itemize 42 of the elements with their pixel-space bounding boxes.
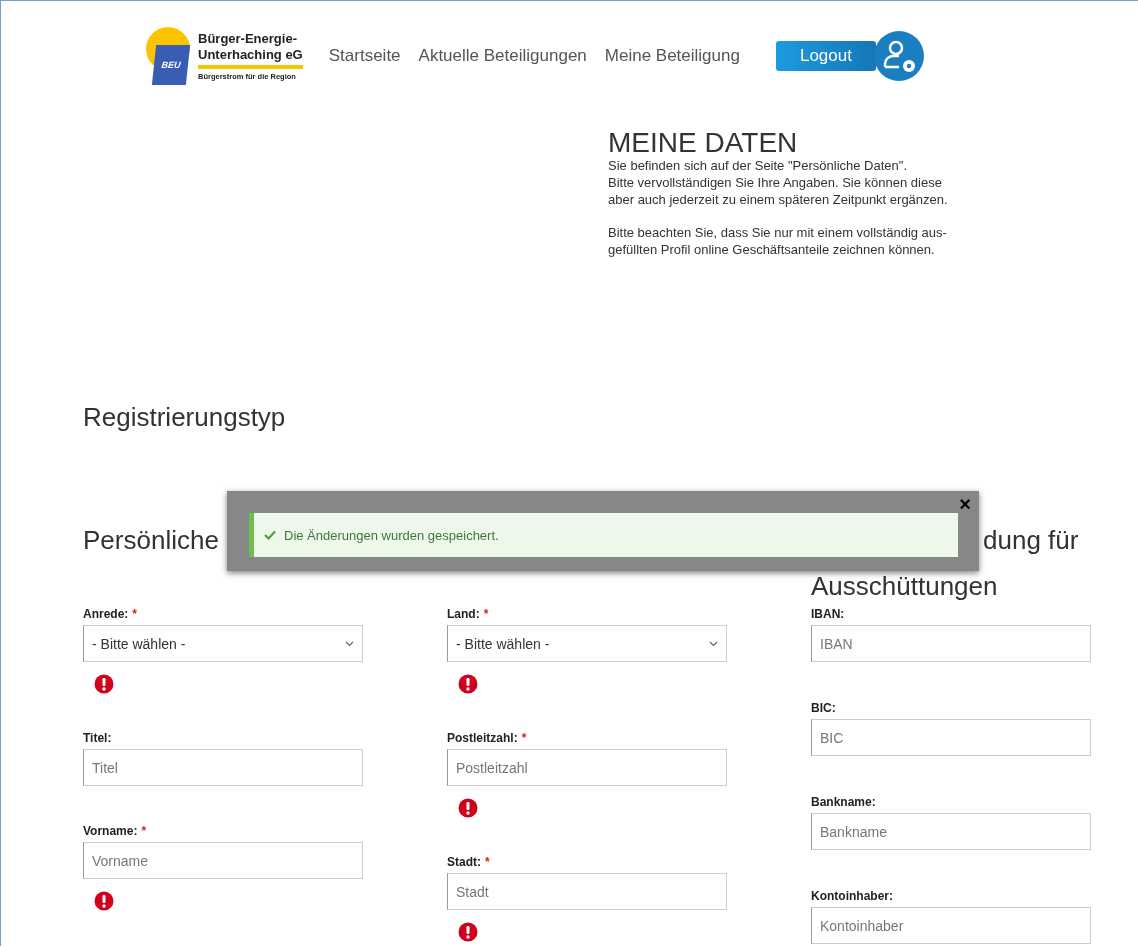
logout-button[interactable]: Logout — [775, 41, 876, 71]
message-text: Die Änderungen wurden gespeichert. — [284, 527, 499, 543]
field-label: Postleitzahl: — [447, 731, 518, 747]
checkmark-icon — [264, 530, 276, 540]
nav-link[interactable]: Meine Beteiligung — [604, 46, 740, 66]
input-field[interactable]: Kontoinhaber — [811, 907, 1091, 944]
field-label: BIC: — [811, 701, 836, 717]
caret-icon — [709, 640, 718, 647]
field-label: Land: — [447, 607, 480, 623]
required-mark: * — [521, 731, 527, 747]
field-label: Kontoinhaber: — [811, 889, 893, 905]
field-label: Titel: — [83, 731, 112, 747]
input-field[interactable]: Postleitzahl — [447, 749, 727, 786]
dropdown[interactable]: - Bitte wählen - — [83, 625, 363, 662]
input-field[interactable]: Stadt — [447, 873, 727, 910]
input-field[interactable]: IBAN — [811, 625, 1091, 662]
section-heading: dung für — [983, 524, 1079, 557]
required-mark: * — [141, 824, 147, 840]
required-mark: * — [483, 607, 489, 623]
caret-icon — [345, 640, 354, 647]
dropdown[interactable]: - Bitte wählen - — [447, 625, 727, 662]
required-mark: * — [485, 855, 490, 871]
user-settings-icon[interactable] — [873, 31, 924, 81]
nav-link[interactable]: Aktuelle Beteiligungen — [418, 46, 587, 66]
field-label: Stadt: — [447, 855, 481, 871]
field-label: Vorname: — [83, 824, 138, 840]
field-label: IBAN: — [811, 607, 845, 623]
input-field[interactable]: Titel — [83, 749, 363, 786]
intro-text: Sie befinden sich auf der Seite "Persönliche Daten". Bitte vervollständigen Sie Ihre Angaben. Sie können diese aber auch jederzeit zu einem späteren Zeitpunkt ergänzen. — [608, 157, 949, 208]
input-field[interactable]: BIC — [811, 719, 1091, 756]
required-mark: * — [132, 607, 137, 623]
intro-text: Bitte beachten Sie, dass Sie nur mit einem vollständig aus- gefüllten Profil online Geschäftsanteile zeichnen können. — [608, 224, 948, 258]
page-title: MEINE DATEN — [608, 131, 799, 155]
section-heading: Persönliche — [83, 524, 219, 557]
close-button[interactable]: × — [959, 493, 971, 515]
field-label: Anrede: — [83, 607, 129, 623]
input-field[interactable]: Vorname — [83, 842, 363, 879]
section-heading: Registrierungstyp — [83, 402, 287, 433]
nav-link[interactable]: Startseite — [328, 46, 401, 66]
field-label: Bankname: — [811, 795, 876, 811]
input-field[interactable]: Bankname — [811, 813, 1091, 850]
section-heading: Ausschüttungen — [811, 571, 998, 601]
